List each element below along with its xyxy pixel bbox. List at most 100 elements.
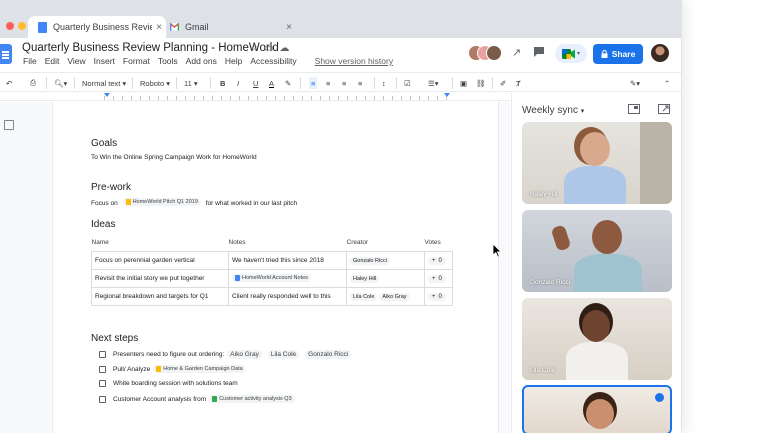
file-chip[interactable]: Home & Garden Campaign Data (153, 365, 246, 373)
menu-insert[interactable]: Insert (94, 56, 115, 66)
share-button[interactable]: Share (593, 44, 643, 64)
idea-notes[interactable]: We haven't tried this since 2018 (228, 251, 347, 270)
person-chip[interactable]: Lila Cole (350, 292, 378, 301)
trend-icon[interactable]: ↗ (512, 46, 521, 59)
italic-button[interactable]: I (237, 77, 239, 89)
align-right-icon[interactable]: ≡ (342, 77, 346, 89)
avatar (486, 45, 502, 61)
task-checkbox[interactable] (99, 351, 106, 358)
highlight-icon[interactable]: ✎ (285, 77, 291, 89)
version-history-link[interactable]: Show version history (315, 56, 393, 66)
file-chip[interactable]: HomeWorld Pitch Q1 2019 (122, 198, 201, 206)
menu-file[interactable]: File (23, 56, 37, 66)
file-chip-label: Customer activity analysis Q3 (219, 396, 292, 402)
person-chip[interactable]: Gonzalo Ricci (305, 350, 352, 359)
star-icon[interactable]: ☆ (249, 43, 258, 54)
style-select-value: Normal text (82, 78, 121, 88)
outline-icon[interactable] (4, 120, 14, 130)
person-chip[interactable]: Aiko Gray (227, 350, 262, 359)
close-window-dot[interactable] (6, 22, 14, 30)
task-checkbox[interactable] (99, 395, 106, 403)
user-avatar[interactable] (651, 44, 669, 62)
indent-marker[interactable] (104, 93, 110, 97)
align-left-icon[interactable]: ≡ (309, 77, 318, 89)
right-indent-marker[interactable] (444, 93, 450, 97)
column-header: Creator (346, 239, 369, 246)
menu-tools[interactable]: Tools (158, 56, 178, 66)
menu-edit[interactable]: Edit (45, 56, 60, 66)
browser-window: Quarterly Business Review Plann × Gmail … (0, 0, 682, 433)
menu-help[interactable]: Help (225, 56, 242, 66)
task-checkbox[interactable] (99, 380, 106, 387)
underline-button[interactable]: U (253, 77, 258, 89)
font-select[interactable]: Roboto ▾ (140, 77, 170, 89)
pip-icon[interactable] (628, 104, 640, 114)
file-chip[interactable]: Customer activity analysis Q3 (209, 395, 295, 403)
person-chip[interactable]: Gonzalo Ricci (350, 256, 390, 265)
checklist-icon[interactable]: ☑ (404, 77, 411, 89)
task-text: White boarding session with solutions te… (113, 380, 238, 387)
menu-accessibility[interactable]: Accessibility (250, 56, 296, 66)
participant-tile[interactable]: Haley Hill (522, 122, 672, 204)
tab-gmail[interactable]: Gmail × (160, 16, 296, 38)
undo-icon[interactable]: ↶ (6, 77, 12, 89)
style-select[interactable]: Normal text ▾ (82, 77, 126, 89)
table-row: Focus on perennial garden vertical We ha… (91, 251, 453, 270)
move-icon[interactable]: ▭ (264, 43, 273, 54)
document-canvas: Goals To Win the Online Spring Campaign … (0, 102, 510, 433)
line-spacing-icon[interactable]: ↕ (382, 77, 386, 89)
task-text: Customer Account analysis from (113, 395, 207, 403)
menu-view[interactable]: View (67, 56, 85, 66)
comment-icon[interactable] (533, 46, 545, 58)
clear-format-icon[interactable]: Ⱦ (516, 77, 521, 89)
bullet-list-icon[interactable]: ☰▾ (428, 77, 439, 89)
table-header-row: Name Notes Creator Votes (92, 239, 453, 252)
lock-icon (601, 50, 608, 58)
participant-tile[interactable] (522, 385, 672, 433)
editing-mode-icon[interactable]: ✎▾ (630, 77, 640, 89)
menu-addons[interactable]: Add ons (186, 56, 217, 66)
tab-docs[interactable]: Quarterly Business Review Plann × (28, 16, 166, 38)
idea-notes[interactable]: HomeWorld Account Notes (228, 269, 347, 288)
meet-button[interactable]: ▾ (555, 44, 587, 63)
idea-creator[interactable]: Haley Hill (346, 269, 425, 288)
idea-creator[interactable]: Gonzalo Ricci (346, 251, 425, 270)
vote-button[interactable]: +0 (428, 292, 446, 301)
popout-icon[interactable] (658, 104, 670, 114)
tab-close-icon[interactable]: × (282, 22, 296, 33)
minimize-window-dot[interactable] (18, 22, 26, 30)
vote-button[interactable]: +0 (428, 274, 446, 283)
bold-button[interactable]: B (220, 77, 225, 89)
idea-name[interactable]: Revisit the initial story we put togethe… (91, 269, 229, 288)
document-title[interactable]: Quarterly Business Review Planning - Hom… (22, 42, 279, 54)
cloud-icon[interactable]: ☁ (279, 43, 289, 54)
idea-name[interactable]: Focus on perennial garden vertical (91, 251, 229, 270)
zoom-icon[interactable]: 🔍︎▾ (54, 77, 67, 89)
person-chip[interactable]: Lila Cole (267, 350, 300, 359)
vote-button[interactable]: +0 (428, 256, 446, 265)
meet-panel-title[interactable]: Weekly sync ▾ (522, 105, 584, 116)
text-color-button[interactable]: A (269, 77, 274, 89)
menu-format[interactable]: Format (123, 56, 150, 66)
document-page[interactable]: Goals To Win the Online Spring Campaign … (52, 102, 499, 433)
idea-creator[interactable]: Lila Cole Aiko Gray (346, 287, 425, 306)
align-justify-icon[interactable]: ≡ (358, 77, 362, 89)
task-checkbox[interactable] (99, 365, 106, 373)
collaborator-avatars[interactable] (468, 44, 502, 62)
participant-tile[interactable]: Gonzalo Ricci (522, 210, 672, 292)
link-icon[interactable]: ⛓ (476, 77, 486, 89)
print-icon[interactable]: ⎙ (30, 77, 36, 89)
image-icon[interactable]: ▣ (460, 77, 467, 89)
docs-logo[interactable] (0, 44, 12, 64)
paint-format-icon[interactable]: ✐ (500, 77, 506, 89)
chevron-up-icon[interactable]: ⌃ (664, 77, 670, 89)
speaking-indicator-icon (655, 393, 664, 402)
file-chip[interactable]: HomeWorld Account Notes (232, 274, 311, 282)
participant-tile[interactable]: Lila Cole (522, 298, 672, 380)
person-chip[interactable]: Haley Hill (350, 274, 380, 283)
person-chip[interactable]: Aiko Gray (379, 292, 410, 301)
idea-notes[interactable]: Client really responded well to this (228, 287, 347, 306)
align-center-icon[interactable]: ≡ (326, 77, 330, 89)
idea-name[interactable]: Regional breakdown and targets for Q1 (91, 287, 229, 306)
font-size-select[interactable]: 11 ▾ (184, 77, 198, 89)
